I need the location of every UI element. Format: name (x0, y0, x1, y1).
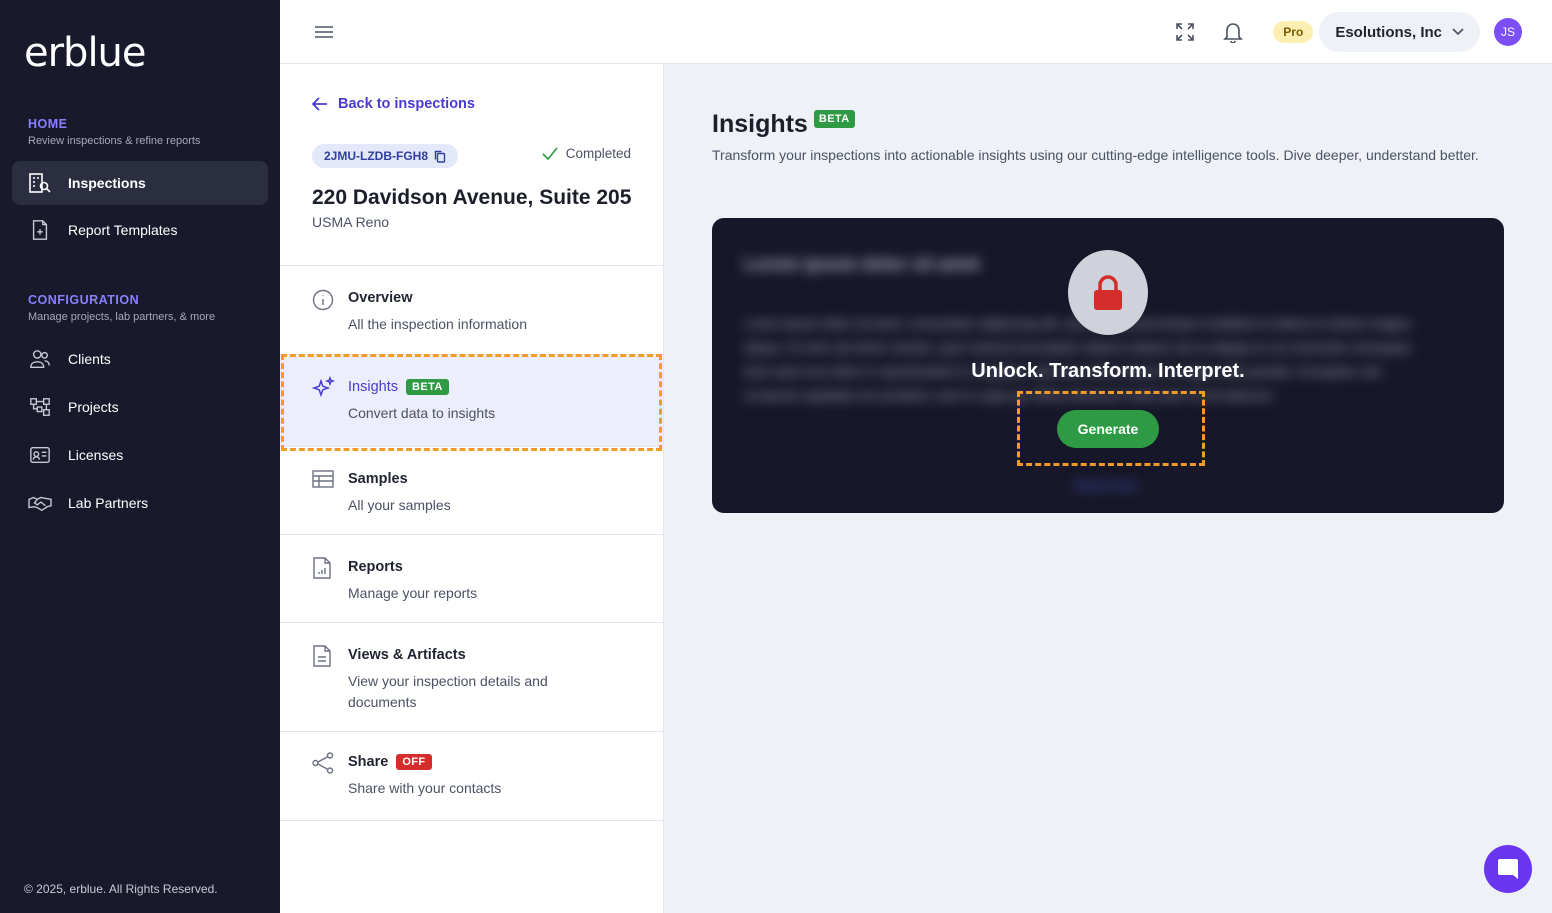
chat-launcher-button[interactable] (1484, 845, 1532, 893)
sidebar-item-label: Projects (68, 399, 119, 415)
menu-item-insights[interactable]: Insights BETA Convert data to insights (280, 354, 663, 446)
file-plus-icon (28, 218, 52, 242)
menu-item-overview[interactable]: Overview All the inspection information (280, 265, 663, 354)
copy-icon[interactable] (434, 150, 446, 163)
config-section-title: CONFIGURATION (28, 293, 140, 307)
arrow-left-icon (312, 97, 327, 111)
pro-badge: Pro (1273, 21, 1314, 43)
inspection-address: 220 Davidson Avenue, Suite 205 (312, 186, 632, 209)
organization-select[interactable]: Esolutions, Inc (1319, 12, 1480, 52)
sidebar-item-licenses[interactable]: Licenses (12, 433, 268, 477)
menu-item-samples[interactable]: Samples All your samples (280, 446, 663, 534)
menu-item-title: Reports (348, 559, 403, 575)
menu-item-title: Samples (348, 471, 408, 487)
report-chart-icon (312, 557, 336, 581)
main-content: Insights BETA Transform your inspections… (664, 64, 1552, 913)
handshake-icon (28, 491, 52, 515)
topbar-actions: Pro Esolutions, Inc JS (1173, 12, 1522, 52)
menu-item-title: Share OFF (348, 754, 663, 770)
sidebar-item-label: Clients (68, 351, 111, 367)
menu-item-desc: Share with your contacts (348, 780, 502, 796)
inspection-site: USMA Reno (312, 214, 390, 230)
back-link-label: Back to inspections (338, 96, 475, 112)
blurred-heading: Lorem ipsum dolor sit amet (744, 254, 981, 274)
hierarchy-icon (28, 395, 52, 419)
sidebar-item-clients[interactable]: Clients (12, 337, 268, 381)
sparkles-icon (311, 375, 336, 400)
menu-item-title-text: Share (348, 754, 389, 770)
id-card-icon (28, 443, 52, 467)
menu-item-title: Views & Artifacts (348, 647, 466, 663)
sidebar-item-report-templates[interactable]: Report Templates (12, 208, 268, 252)
menu-item-share[interactable]: Share OFF Share with your contacts (280, 731, 663, 821)
beta-badge: BETA (405, 379, 449, 395)
status-text: Completed (565, 146, 631, 161)
sidebar-item-label: Lab Partners (68, 495, 149, 511)
users-icon (28, 347, 52, 371)
sidebar-item-projects[interactable]: Projects (12, 385, 268, 429)
menu-item-title-text: Insights (348, 379, 398, 395)
copyright: © 2025, erblue. All Rights Reserved. (24, 882, 218, 896)
check-icon (542, 147, 558, 160)
insights-locked-card: Lorem ipsum dolor sit amet Lorem ipsum d… (712, 218, 1504, 513)
blurred-line: aliqua. Ut enim ad minim veniam, quis no… (744, 340, 1414, 355)
menu-item-desc: View your inspection details and documen… (348, 673, 548, 710)
table-icon (312, 469, 336, 493)
status-badge: Completed (542, 146, 631, 161)
logo[interactable]: erblue (24, 30, 147, 76)
beta-badge: BETA (813, 109, 855, 128)
back-to-inspections-link[interactable]: Back to inspections (312, 96, 475, 112)
chevron-down-icon (1452, 28, 1464, 36)
hamburger-menu-icon[interactable] (314, 22, 334, 42)
menu-item-desc: Convert data to insights (348, 405, 496, 421)
organization-name: Esolutions, Inc (1335, 23, 1442, 41)
page-description: Transform your inspections into actionab… (712, 147, 1479, 163)
blurred-line: occaecat cupidatat non proident, sunt in… (744, 388, 1276, 403)
menu-item-desc: Manage your reports (348, 585, 478, 601)
buildings-search-icon (28, 171, 52, 195)
menu-item-views-artifacts[interactable]: Views & Artifacts View your inspection d… (280, 622, 663, 731)
home-section: HOME Review inspections & refine reports (28, 117, 200, 147)
lock-icon (1068, 250, 1148, 335)
menu-item-desc: All your samples (348, 497, 451, 513)
home-section-title: HOME (28, 117, 68, 131)
unlock-headline: Unlock. Transform. Interpret. (971, 360, 1245, 382)
inspection-id: 2JMU-LZDB-FGH8 (324, 149, 428, 163)
page-title-text: Insights (712, 110, 808, 138)
inspection-id-badge[interactable]: 2JMU-LZDB-FGH8 (312, 144, 458, 168)
config-section: CONFIGURATION Manage projects, lab partn… (28, 293, 215, 323)
sidebar-item-lab-partners[interactable]: Lab Partners (12, 481, 268, 525)
menu-item-title: Overview (348, 290, 413, 306)
config-section-subtitle: Manage projects, lab partners, & more (28, 311, 216, 323)
sidebar-item-label: Report Templates (68, 222, 178, 238)
sidebar-item-label: Licenses (68, 447, 124, 463)
bell-icon[interactable] (1221, 20, 1245, 44)
sidebar: erblue HOME Review inspections & refine … (0, 0, 280, 913)
menu-item-title: Insights BETA (348, 379, 663, 395)
sidebar-item-inspections[interactable]: Inspections (12, 161, 268, 205)
menu-item-reports[interactable]: Reports Manage your reports (280, 534, 663, 622)
off-badge: OFF (396, 754, 432, 770)
home-section-subtitle: Review inspections & refine reports (28, 135, 201, 147)
topbar: Pro Esolutions, Inc JS (280, 0, 1552, 64)
sidebar-item-label: Inspections (68, 175, 146, 191)
info-icon (312, 289, 336, 313)
inspection-panel: Back to inspections 2JMU-LZDB-FGH8 Compl… (280, 64, 664, 913)
fullscreen-icon[interactable] (1173, 20, 1197, 44)
page-title: Insights BETA (712, 109, 855, 139)
menu-item-desc: All the inspection information (348, 316, 527, 332)
blurred-link: Read more (1074, 478, 1139, 493)
avatar[interactable]: JS (1494, 18, 1522, 46)
document-icon (312, 645, 336, 669)
generate-button[interactable]: Generate (1057, 410, 1159, 448)
chat-icon (1498, 859, 1518, 879)
share-icon (312, 752, 336, 776)
